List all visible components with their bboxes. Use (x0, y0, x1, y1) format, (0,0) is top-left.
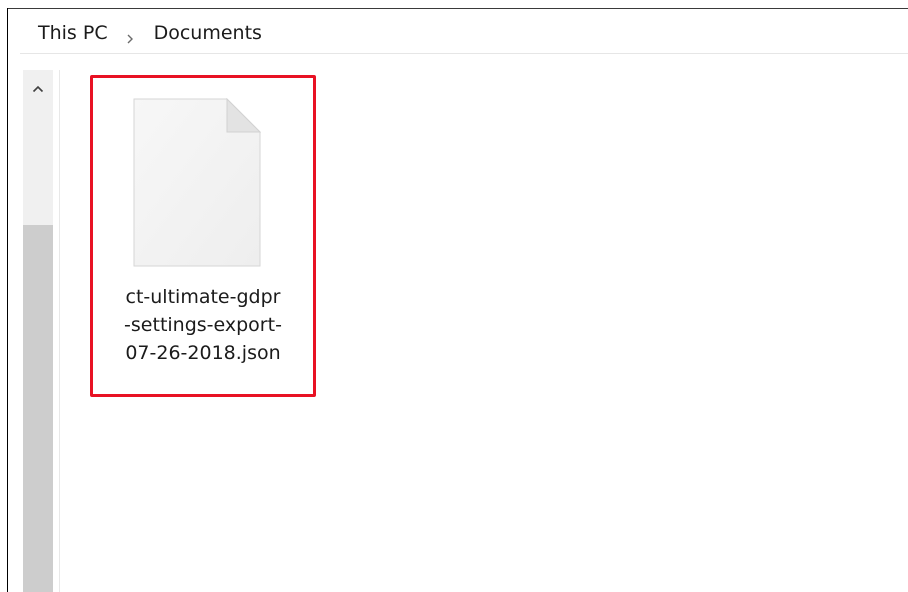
breadcrumb: This PC Documents (36, 18, 264, 48)
window-top-border (7, 8, 908, 9)
vertical-scrollbar[interactable] (23, 70, 53, 592)
file-explorer-window: This PC Documents ct-ultimate-gdpr -sett… (0, 0, 908, 592)
scroll-thumb[interactable] (23, 225, 53, 592)
scroll-up-button[interactable] (23, 70, 53, 104)
file-name-line-3: 07-26-2018.json (125, 342, 281, 364)
address-bar-divider (20, 53, 908, 54)
file-name-label[interactable]: ct-ultimate-gdpr -settings-export- 07-26… (93, 283, 313, 367)
breadcrumb-item-this-pc[interactable]: This PC (36, 20, 110, 46)
file-name-line-1: ct-ultimate-gdpr (125, 286, 281, 308)
file-item-json[interactable]: ct-ultimate-gdpr -settings-export- 07-26… (90, 75, 316, 397)
window-left-border (7, 8, 8, 592)
chevron-right-icon[interactable] (126, 28, 134, 44)
chevron-up-icon (32, 78, 44, 97)
scrollbar-divider (59, 70, 60, 592)
generic-file-icon (133, 97, 262, 267)
file-name-line-2: -settings-export- (124, 314, 282, 336)
breadcrumb-item-documents[interactable]: Documents (152, 20, 264, 46)
